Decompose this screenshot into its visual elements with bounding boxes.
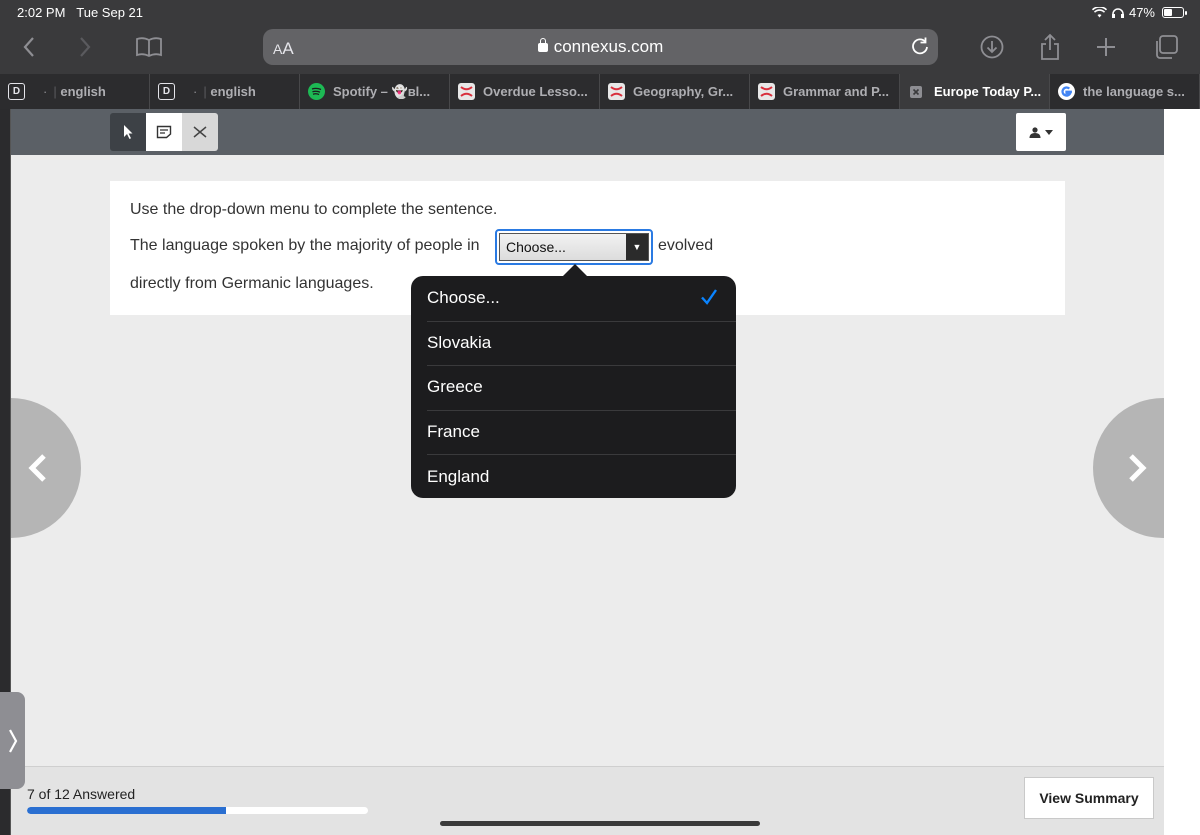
tab-strip: D · | english D · | english Spotify – 👻ʙl...… (0, 74, 1200, 109)
browser-tab-active[interactable]: Europe Today P... (900, 74, 1050, 109)
tool-group (110, 113, 218, 151)
back-icon[interactable] (14, 32, 44, 62)
status-right: 47% (1091, 5, 1187, 20)
page-gutter (1164, 109, 1200, 835)
wifi-icon (1091, 7, 1107, 18)
chevron-left-icon (28, 454, 46, 482)
pointer-tool[interactable] (110, 113, 146, 151)
bookmarks-icon[interactable] (133, 32, 165, 62)
sentence-before: The language spoken by the majority of p… (130, 237, 480, 254)
browser-tab[interactable]: Geography, Gr... (600, 74, 750, 109)
d-favicon-icon: D (8, 83, 25, 100)
progress-fill (27, 807, 226, 814)
previous-question-button[interactable] (11, 398, 81, 538)
lock-icon (537, 38, 548, 52)
answered-count: 7 of 12 Answered (27, 786, 136, 802)
close-tab-icon[interactable] (910, 85, 922, 98)
browser-toolbar: AA connexus.com (0, 24, 1200, 74)
browser-tab[interactable]: Overdue Lesso... (450, 74, 600, 109)
cursor-icon (124, 125, 133, 139)
reload-icon[interactable] (910, 36, 930, 61)
battery-icon (1162, 7, 1187, 18)
chevron-right-icon (8, 728, 17, 753)
dropdown-popover: Choose... Slovakia Greece France England (411, 264, 736, 499)
sentence-after: evolved (658, 237, 714, 254)
dropdown-option[interactable]: Choose... (411, 276, 736, 321)
google-icon (1058, 83, 1075, 100)
scissors-icon (193, 126, 207, 138)
dropdown-option[interactable]: France (411, 409, 736, 455)
eliminate-tool[interactable] (182, 113, 218, 151)
next-question-button[interactable] (1093, 398, 1164, 538)
user-menu-button[interactable] (1016, 113, 1066, 151)
view-summary-button[interactable]: View Summary (1024, 777, 1154, 819)
browser-tab[interactable]: D · | english (0, 74, 150, 109)
checkmark-icon (701, 289, 717, 305)
caret-down-icon (1045, 129, 1053, 135)
home-indicator (440, 821, 760, 826)
dropdown-arrow-icon: ▼ (626, 234, 648, 260)
answer-dropdown[interactable]: Choose... ▼ (495, 229, 653, 265)
address-bar[interactable]: AA connexus.com (263, 29, 938, 65)
address-domain: connexus.com (263, 37, 938, 57)
question-instruction: Use the drop-down menu to complete the s… (130, 201, 498, 218)
progress-bar (27, 807, 368, 814)
new-tab-icon[interactable] (1091, 32, 1121, 62)
share-icon[interactable] (1035, 32, 1065, 62)
browser-tab[interactable]: Spotify – 👻ʙl... (300, 74, 450, 109)
status-time: 2:02 PM Tue Sep 21 (17, 5, 143, 20)
side-panel-handle[interactable] (0, 692, 25, 789)
user-icon (1029, 126, 1041, 138)
tab-overview-icon[interactable] (1151, 32, 1181, 62)
note-tool[interactable] (146, 113, 182, 151)
connexus-icon (758, 83, 775, 100)
connexus-icon (458, 83, 475, 100)
dropdown-option[interactable]: Greece (411, 365, 736, 410)
assessment-header (11, 109, 1164, 155)
dropdown-option[interactable]: England (411, 454, 736, 499)
browser-tab[interactable]: D · | english (150, 74, 300, 109)
browser-tab[interactable]: the language s... (1050, 74, 1200, 109)
chevron-right-icon (1129, 454, 1147, 482)
connexus-icon (608, 83, 625, 100)
sentence-end: directly from Germanic languages. (130, 275, 374, 292)
d-favicon-icon: D (158, 83, 175, 100)
battery-percent: 47% (1128, 5, 1155, 20)
note-icon (156, 125, 172, 139)
headphones-icon (1111, 7, 1124, 18)
dropdown-value: Choose... (506, 239, 566, 255)
browser-tab[interactable]: Grammar and P... (750, 74, 900, 109)
spotify-icon (308, 83, 325, 100)
status-bar: 2:02 PM Tue Sep 21 47% (0, 0, 1200, 24)
download-icon[interactable] (977, 32, 1007, 62)
forward-icon[interactable] (70, 32, 100, 62)
dropdown-option[interactable]: Slovakia (411, 320, 736, 366)
